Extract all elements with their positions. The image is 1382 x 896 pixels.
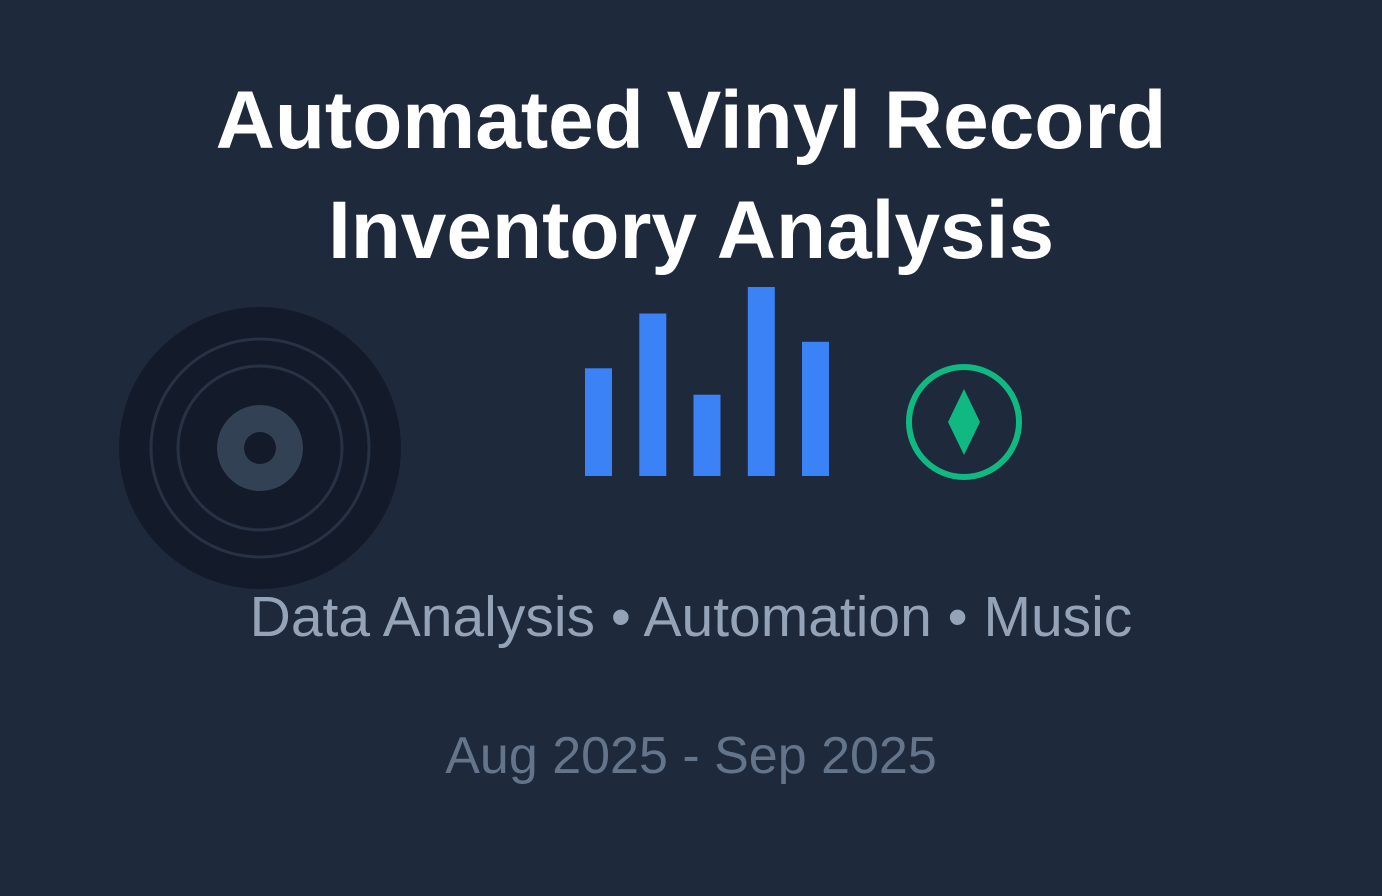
date-range: Aug 2025 - Sep 2025	[445, 727, 937, 785]
subtitle: Data Analysis • Automation • Music	[249, 585, 1133, 649]
vinyl-record-icon	[119, 307, 401, 589]
record-spindle-hole	[244, 432, 276, 464]
icon-bar-4	[747, 287, 775, 476]
icon-bar-5	[802, 341, 829, 476]
title-line-2: Inventory Analysis	[327, 185, 1055, 276]
icon-bar-2	[639, 313, 667, 476]
icon-bar-3	[693, 394, 721, 476]
title-line-1: Automated Vinyl Record	[215, 75, 1167, 166]
icon-bar-1	[585, 368, 612, 476]
